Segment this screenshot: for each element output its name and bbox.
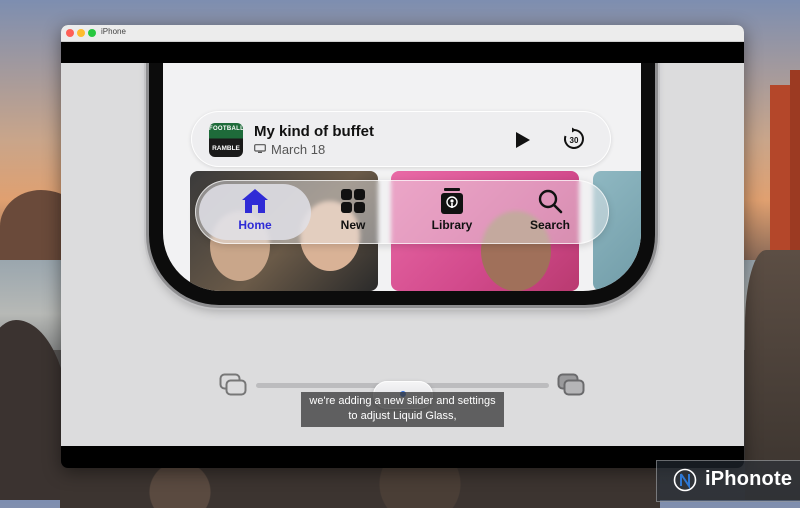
iphonote-watermark: iPhonote: [656, 460, 800, 502]
video-content: FOOTBALL RAMBLE My kind of buffet March …: [61, 63, 744, 446]
tab-label-search: Search: [529, 218, 571, 232]
caption-line-1: we're adding a new slider and settings: [309, 395, 496, 407]
house-icon: [242, 189, 268, 213]
desktop-rocks-bottom: [60, 468, 660, 508]
iphone-screen: FOOTBALL RAMBLE My kind of buffet March …: [163, 63, 641, 291]
artwork-text-top: FOOTBALL: [209, 126, 243, 132]
skip-label: 30: [570, 136, 579, 145]
glass-clear-icon: [219, 373, 247, 396]
artwork-text-bottom: RAMBLE: [212, 145, 240, 152]
tv-icon: [254, 144, 266, 153]
podcast-library-icon: [441, 188, 463, 214]
skip-forward-30-icon[interactable]: 30: [562, 127, 586, 151]
tab-label-new: New: [340, 218, 366, 232]
tab-library[interactable]: Library: [407, 188, 497, 238]
magnifier-icon: [538, 189, 563, 214]
play-icon[interactable]: [515, 131, 531, 149]
now-playing-date: March 18: [271, 142, 326, 157]
tab-search[interactable]: Search: [505, 188, 595, 238]
tab-new[interactable]: New: [308, 188, 398, 238]
caption-line-2: to adjust Liquid Glass,: [348, 410, 457, 422]
zoom-window-button[interactable]: [88, 29, 96, 37]
glass-tinted-icon: [557, 373, 585, 396]
tab-bar: Home New Library Search: [195, 180, 609, 244]
iphonote-logo-icon: [673, 468, 697, 492]
minimize-window-button[interactable]: [77, 29, 85, 37]
tab-home[interactable]: Home: [210, 188, 300, 238]
tab-label-home: Home: [238, 218, 272, 232]
mini-player[interactable]: FOOTBALL RAMBLE My kind of buffet March …: [191, 111, 611, 167]
desktop-bridge-tower-2: [790, 70, 800, 270]
watermark-text: iPhonote: [705, 468, 793, 490]
now-playing-title: My kind of buffet: [254, 123, 374, 140]
podcast-artwork: FOOTBALL RAMBLE: [209, 123, 243, 157]
window-titlebar[interactable]: iPhone: [61, 25, 744, 42]
window-title: iPhone: [101, 27, 126, 36]
close-window-button[interactable]: [66, 29, 74, 37]
iphone-mirroring-window: iPhone FOOTBALL RAMBLE My kind of buffet…: [61, 25, 744, 468]
desktop-bridge-tower: [770, 85, 792, 265]
iphone-frame: FOOTBALL RAMBLE My kind of buffet March …: [149, 63, 655, 305]
grid-icon: [341, 189, 365, 213]
liquid-glass-slider[interactable]: [256, 381, 549, 409]
tab-label-library: Library: [431, 218, 473, 232]
video-caption: we're adding a new slider and settings t…: [301, 392, 504, 427]
